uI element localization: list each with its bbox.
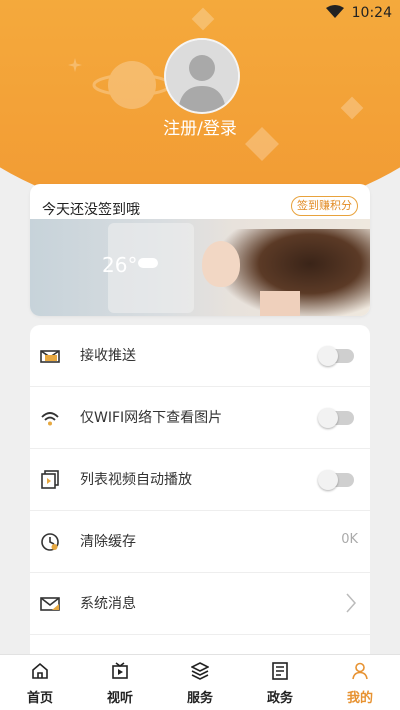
layers-icon xyxy=(191,662,209,680)
login-link[interactable]: 注册/登录 xyxy=(0,114,400,139)
document-icon xyxy=(272,662,288,680)
avatar[interactable] xyxy=(164,38,240,114)
autoplay-toggle[interactable] xyxy=(318,470,354,490)
status-time: 10:24 xyxy=(351,5,392,21)
push-toggle[interactable] xyxy=(318,346,354,366)
wifi-icon xyxy=(41,412,59,426)
video-icon xyxy=(112,662,128,679)
setting-label: 清除缓存 xyxy=(80,534,136,550)
setting-label: 列表视频自动播放 xyxy=(80,472,192,488)
sparkle-decoration-icon xyxy=(68,58,82,72)
setting-clear-cache[interactable]: 清除缓存 0K xyxy=(30,511,370,573)
chevron-right-icon xyxy=(346,593,356,613)
wifi-toggle[interactable] xyxy=(318,408,354,428)
banner-image[interactable]: 26° xyxy=(30,219,370,316)
setting-label: 仅WIFI网络下查看图片 xyxy=(80,410,223,426)
settings-list: 接收推送 仅WIFI网络下查看图片 列表视频自动播放 清除缓存 0K 系统消息 xyxy=(30,325,370,685)
avatar-icon xyxy=(166,40,238,112)
tab-video[interactable]: 视听 xyxy=(80,655,160,710)
envelope-icon xyxy=(40,350,60,363)
tab-mine[interactable]: 我的 xyxy=(320,655,400,710)
setting-label: 接收推送 xyxy=(80,348,136,364)
setting-wifi-only[interactable]: 仅WIFI网络下查看图片 xyxy=(30,387,370,449)
tab-government[interactable]: 政务 xyxy=(240,655,320,710)
wifi-icon xyxy=(326,5,344,18)
tab-label: 首页 xyxy=(26,691,53,706)
signin-title: 今天还没签到哦 xyxy=(42,202,140,218)
setting-receive-push[interactable]: 接收推送 xyxy=(30,325,370,387)
mail-icon xyxy=(40,597,60,611)
bottom-tab-bar: 首页 视听 服务 政务 我的 xyxy=(0,654,400,710)
tab-home[interactable]: 首页 xyxy=(0,655,80,710)
tab-label: 服务 xyxy=(186,691,213,706)
tab-label: 我的 xyxy=(346,691,373,706)
clock-icon xyxy=(41,533,59,551)
signin-badge[interactable]: 签到赚积分 xyxy=(291,196,358,216)
planet-decoration-icon xyxy=(92,61,172,109)
signin-card[interactable]: 今天还没签到哦 签到赚积分 26° xyxy=(30,184,370,316)
cloud-icon xyxy=(138,258,158,268)
tab-label: 政务 xyxy=(266,691,293,706)
home-icon xyxy=(32,662,48,679)
banner-temperature: 26° xyxy=(102,253,138,277)
tab-label: 视听 xyxy=(106,691,133,706)
person-icon xyxy=(352,662,368,680)
tab-services[interactable]: 服务 xyxy=(160,655,240,710)
setting-label: 系统消息 xyxy=(80,596,136,612)
status-bar: 10:24 xyxy=(0,0,400,26)
setting-system-messages[interactable]: 系统消息 xyxy=(30,573,370,635)
setting-autoplay[interactable]: 列表视频自动播放 xyxy=(30,449,370,511)
play-list-icon xyxy=(41,470,59,489)
cache-size: 0K xyxy=(341,532,358,547)
